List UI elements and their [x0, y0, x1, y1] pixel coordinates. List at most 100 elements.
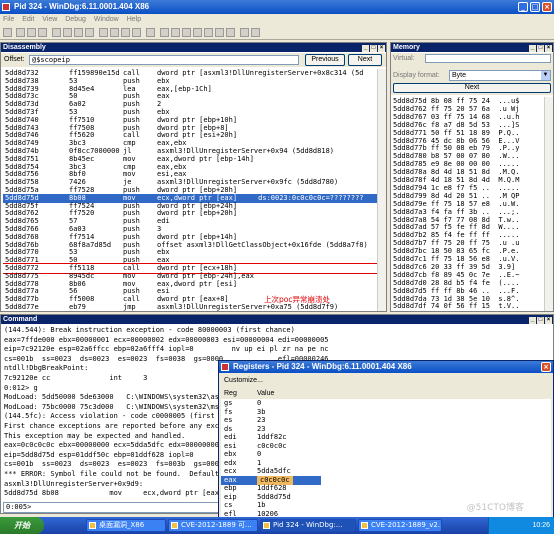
- step-out-icon[interactable]: [121, 28, 130, 37]
- watch-window-icon[interactable]: [171, 28, 180, 37]
- taskbar-item[interactable]: CVE-2012-1889 可...: [168, 519, 258, 532]
- menu-bar: File Edit View Debug Window Help: [0, 14, 554, 26]
- command-output-line: (144.544): Break instruction exception -…: [4, 326, 295, 334]
- disassembly-pane: Disassembly _ □ × Offset: @$scopeip Previo…: [0, 42, 387, 312]
- font-icon[interactable]: [240, 28, 249, 37]
- customize-button[interactable]: Customize...: [221, 375, 281, 386]
- step-over-icon[interactable]: [110, 28, 119, 37]
- window-title: Pid 324 - WinDbg:6.11.0001.404 X86: [14, 2, 150, 11]
- memory-scrollbar[interactable]: [544, 97, 553, 311]
- pane-close-icon[interactable]: ×: [378, 45, 385, 52]
- reg-column-header[interactable]: Reg: [224, 389, 237, 398]
- offset-label: Offset:: [4, 56, 25, 63]
- command-window-icon[interactable]: [160, 28, 169, 37]
- command-output-line: 5dd8d75d 8b08 mov ecx,dword ptr [eax]: [4, 489, 224, 498]
- value-column-header[interactable]: Value: [257, 389, 274, 398]
- maximize-icon[interactable]: □: [530, 2, 540, 12]
- display-format-select[interactable]: Byte ▼: [449, 70, 551, 81]
- registers-window: Registers - Pid 324 - WinDbg:6.11.0001.4…: [218, 360, 554, 520]
- memory-dump[interactable]: 5dd8d75d 8b 08 ff 75 24 ...u$ 5dd8d762 ff…: [393, 97, 543, 311]
- minimize-icon[interactable]: _: [518, 2, 528, 12]
- memory-header: Memory _ □ ×: [391, 43, 553, 52]
- registers-window-icon[interactable]: [193, 28, 202, 37]
- copy-icon[interactable]: [27, 28, 36, 37]
- disasm-next-button[interactable]: Next: [348, 54, 382, 66]
- open-icon[interactable]: [3, 28, 12, 37]
- document-icon: [171, 522, 178, 529]
- taskbar-item-windbg[interactable]: Pid 324 - WinDbg:...: [260, 519, 356, 532]
- run-to-cursor-icon[interactable]: [132, 28, 141, 37]
- windbg-app-icon: [2, 3, 10, 11]
- command-prompt: 0:005>: [6, 503, 32, 511]
- close-icon[interactable]: ×: [542, 2, 552, 12]
- menu-edit[interactable]: Edit: [22, 16, 34, 23]
- registers-title: Registers - Pid 324 - WinDbg:6.11.0001.4…: [233, 362, 412, 371]
- go-icon[interactable]: [52, 28, 61, 37]
- pane-maximize-icon[interactable]: □: [537, 317, 544, 324]
- cut-icon[interactable]: [16, 28, 25, 37]
- command-output-line: ModLoad: 5dd50000 5de63000 C:\WINDOWS\sy…: [4, 393, 253, 402]
- menu-window[interactable]: Window: [94, 16, 119, 23]
- options-icon[interactable]: [251, 28, 260, 37]
- taskbar-item[interactable]: 桌面漏洞_X86: [86, 519, 166, 532]
- display-format-label: Display format:: [393, 72, 440, 79]
- memory-line: 5dd8d7df 74 0f 56 ff 15 t.V..: [393, 302, 520, 311]
- command-title: Command: [3, 316, 38, 323]
- disassembly-scrollbar[interactable]: [377, 69, 386, 311]
- command-output-line: (144.5fc): Access violation - code c0000…: [4, 412, 249, 421]
- memory-next-button[interactable]: Next: [393, 83, 551, 93]
- document-icon: [361, 522, 368, 529]
- watermark: @51CTO博客: [466, 503, 524, 513]
- disassembly-listing[interactable]: 5dd8d732 ff159890e15d call dword ptr [asxml…: [3, 69, 378, 311]
- pane-maximize-icon[interactable]: □: [370, 45, 377, 52]
- windbg-app-icon: [221, 363, 229, 371]
- folder-icon: [89, 522, 96, 529]
- chevron-down-icon[interactable]: ▼: [541, 71, 550, 80]
- close-icon[interactable]: ×: [541, 362, 551, 372]
- command-output-line: asxml3!DllUnregisterServer+0x9d9:: [4, 479, 144, 488]
- step-into-icon[interactable]: [99, 28, 108, 37]
- disasm-previous-button[interactable]: Previous: [305, 54, 345, 66]
- start-button[interactable]: 开始: [0, 517, 44, 534]
- command-output-line: ntdll!DbgBreakPoint:: [4, 364, 89, 373]
- menu-view[interactable]: View: [42, 16, 57, 23]
- registers-column-header: Reg Value: [221, 389, 551, 398]
- memory-window-icon[interactable]: [204, 28, 213, 37]
- taskbar-item[interactable]: CVE-2012-1889_v2...: [358, 519, 442, 532]
- command-output-line: ModLoad: 75bc0000 75c3d000 C:\WINDOWS\sy…: [4, 402, 253, 411]
- menu-file[interactable]: File: [3, 16, 14, 23]
- disassembly-title: Disassembly: [3, 44, 46, 51]
- windbg-icon: [263, 522, 270, 529]
- memory-title: Memory: [393, 44, 420, 51]
- call-stack-icon[interactable]: [215, 28, 224, 37]
- breakpoint-icon[interactable]: [146, 28, 155, 37]
- toolbar: [0, 26, 554, 40]
- disassembly-window-icon[interactable]: [226, 28, 235, 37]
- disasm-address: 5dd8d77e: [5, 303, 39, 311]
- paste-icon[interactable]: [38, 28, 47, 37]
- pane-close-icon[interactable]: ×: [545, 317, 552, 324]
- offset-input[interactable]: @$scopeip: [29, 55, 299, 65]
- offset-bar: Offset: @$scopeip Previous Next: [1, 53, 386, 67]
- command-output-line: eip=7c92120e esp=02a6ffcc ebp=02a6fff4 i…: [4, 345, 329, 354]
- pane-maximize-icon[interactable]: □: [537, 45, 544, 52]
- disasm-mnemonic: jmp: [123, 303, 136, 311]
- memory-controls: Virtual: Display format: Byte ▼ Next: [391, 53, 553, 95]
- command-output-line: 7c92120e cc int 3: [4, 374, 148, 382]
- pane-minimize-icon[interactable]: _: [362, 45, 369, 52]
- menu-help[interactable]: Help: [127, 16, 141, 23]
- menu-debug[interactable]: Debug: [65, 16, 86, 23]
- stop-icon[interactable]: [74, 28, 83, 37]
- disassembly-header: Disassembly _ □ ×: [1, 43, 386, 52]
- virtual-label: Virtual:: [393, 55, 415, 62]
- taskbar: 开始 桌面漏洞_X86 CVE-2012-1889 可... Pid 324 -…: [0, 517, 554, 534]
- pane-minimize-icon[interactable]: _: [529, 45, 536, 52]
- title-bar: Pid 324 - WinDbg:6.11.0001.404 X86 _ □ ×: [0, 0, 554, 14]
- pane-close-icon[interactable]: ×: [545, 45, 552, 52]
- registers-title-bar[interactable]: Registers - Pid 324 - WinDbg:6.11.0001.4…: [219, 361, 553, 373]
- pane-minimize-icon[interactable]: _: [529, 317, 536, 324]
- break-icon[interactable]: [85, 28, 94, 37]
- locals-window-icon[interactable]: [182, 28, 191, 37]
- restart-icon[interactable]: [63, 28, 72, 37]
- virtual-address-input[interactable]: [425, 54, 551, 63]
